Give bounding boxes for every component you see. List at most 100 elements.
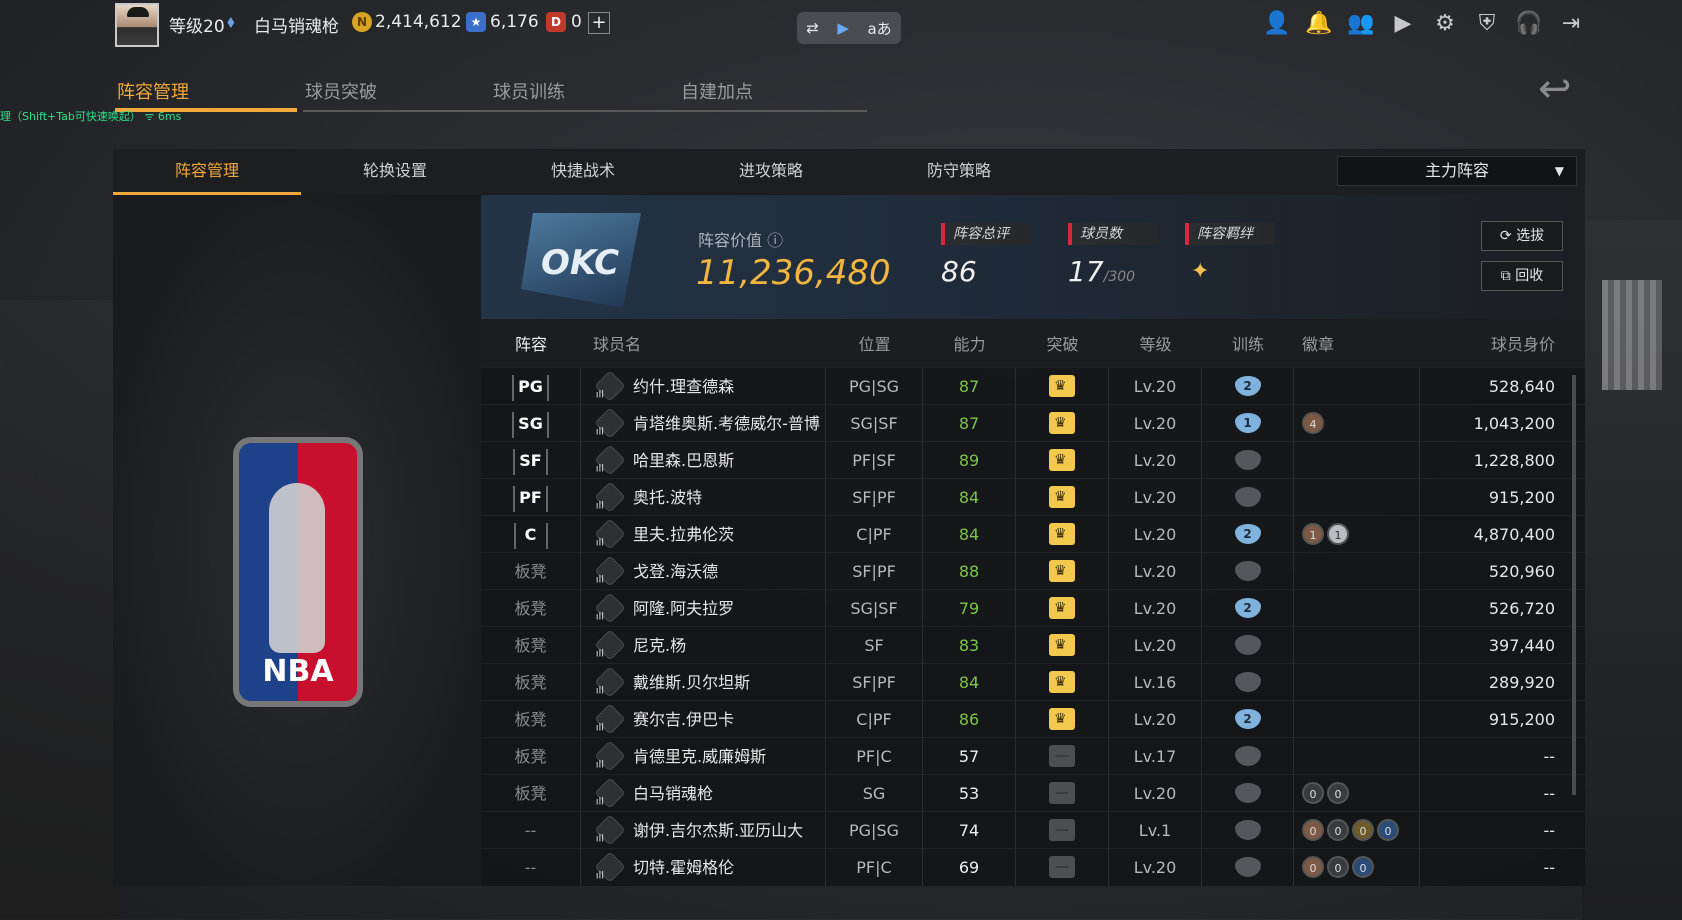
lineup-slot-cell[interactable]: -- xyxy=(481,811,581,849)
bell-icon[interactable]: 🔔 xyxy=(1305,10,1333,38)
back-arrow-icon[interactable]: ↩ xyxy=(1538,66,1572,112)
lineup-slot-cell[interactable]: SF xyxy=(481,441,581,479)
training-cell[interactable] xyxy=(1202,848,1294,886)
badges-cell[interactable] xyxy=(1294,441,1420,479)
player-name-cell[interactable]: ıll 奥托.波特 xyxy=(581,478,826,516)
select-button[interactable]: ⟳ 选拔 xyxy=(1481,221,1563,251)
subtab-defense-strategy[interactable]: 防守策略 xyxy=(865,149,1053,195)
breakthrough-cell[interactable] xyxy=(1016,367,1109,405)
player-name-cell[interactable]: ıll 阿隆.阿夫拉罗 xyxy=(581,589,826,627)
tab-custom-points[interactable]: 自建加点 xyxy=(679,70,867,112)
breakthrough-cell[interactable] xyxy=(1016,515,1109,553)
lineup-slot-cell[interactable]: 板凳 xyxy=(481,552,581,590)
training-cell[interactable] xyxy=(1202,663,1294,701)
tab-player-training[interactable]: 球员训练 xyxy=(491,70,679,112)
play-icon[interactable]: ▶ xyxy=(1389,10,1417,38)
shield-icon[interactable]: ⛨ xyxy=(1473,10,1501,38)
col-training[interactable]: 训练 xyxy=(1202,331,1294,355)
lineup-slot-cell[interactable]: -- xyxy=(481,848,581,886)
col-player-value[interactable]: 球员身价 xyxy=(1420,331,1585,355)
breakthrough-cell[interactable] xyxy=(1016,663,1109,701)
lineup-slot-cell[interactable]: PF xyxy=(481,478,581,516)
breakthrough-cell[interactable] xyxy=(1016,552,1109,590)
table-row[interactable]: --ıll切特.霍姆格伦PF|C69Lv.20000-- xyxy=(481,848,1585,886)
player-name-cell[interactable]: ıll 肯塔维奥斯.考德威尔-普博 xyxy=(581,404,826,442)
training-cell[interactable] xyxy=(1202,774,1294,812)
badges-cell[interactable] xyxy=(1294,589,1420,627)
player-name-cell[interactable]: ıll 肯德里克.威廉姆斯 xyxy=(581,737,826,775)
badges-cell[interactable]: 000 xyxy=(1294,848,1420,886)
headset-icon[interactable]: 🎧 xyxy=(1515,10,1543,38)
table-row[interactable]: --ıll谢伊.吉尔杰斯.亚历山大PG|SG74Lv.10000-- xyxy=(481,811,1585,849)
breakthrough-cell[interactable] xyxy=(1016,478,1109,516)
badges-cell[interactable]: 11 xyxy=(1294,515,1420,553)
col-level[interactable]: 等级 xyxy=(1109,331,1202,355)
lineup-slot-cell[interactable]: 板凳 xyxy=(481,737,581,775)
subtab-offense-strategy[interactable]: 进攻策略 xyxy=(677,149,865,195)
add-currency-button[interactable]: + xyxy=(588,12,610,34)
breakthrough-cell[interactable] xyxy=(1016,811,1109,849)
subtab-quick-tactics[interactable]: 快捷战术 xyxy=(489,149,677,195)
training-cell[interactable] xyxy=(1202,441,1294,479)
training-cell[interactable] xyxy=(1202,552,1294,590)
breakthrough-cell[interactable] xyxy=(1016,441,1109,479)
table-row[interactable]: 板凳 ıll赛尔吉.伊巴卡 C|PF 86 Lv.20 2 915,200 xyxy=(481,700,1585,738)
breakthrough-cell[interactable] xyxy=(1016,404,1109,442)
badges-cell[interactable] xyxy=(1294,663,1420,701)
table-row[interactable]: SG ıll肯塔维奥斯.考德威尔-普博 SG|SF 87 Lv.20 1 4 1,043,20… xyxy=(481,404,1585,442)
badges-cell[interactable] xyxy=(1294,737,1420,775)
player-name-cell[interactable]: ıll 里夫.拉弗伦茨 xyxy=(581,515,826,553)
table-row[interactable]: 板凳 ıll戈登.海沃德 SF|PF 88 Lv.20 520,960 xyxy=(481,552,1585,590)
lineup-slot-cell[interactable]: 板凳 xyxy=(481,626,581,664)
player-name-cell[interactable]: ıll 哈里森.巴恩斯 xyxy=(581,441,826,479)
col-lineup[interactable]: 阵容 xyxy=(481,331,581,355)
table-row[interactable]: 板凳 ıll白马销魂枪 SG 53 Lv.20 00 -- xyxy=(481,774,1585,812)
training-cell[interactable] xyxy=(1202,811,1294,849)
col-position[interactable]: 位置 xyxy=(826,331,923,355)
col-ability[interactable]: 能力 xyxy=(923,331,1016,355)
lineup-slot-cell[interactable]: 板凳 xyxy=(481,774,581,812)
table-row[interactable]: 板凳 ıll戴维斯.贝尔坦斯 SF|PF 84 Lv.16 289,920 xyxy=(481,663,1585,701)
exit-icon[interactable]: ⇥ xyxy=(1557,10,1585,38)
badges-cell[interactable] xyxy=(1294,478,1420,516)
player-name-cell[interactable]: ıll 白马销魂枪 xyxy=(581,774,826,812)
lineup-slot-cell[interactable]: PG xyxy=(481,367,581,405)
player-name-cell[interactable]: ıll 切特.霍姆格伦 xyxy=(581,848,826,886)
table-row[interactable]: PG ıll 约什.理查德森 PG|SG 87 Lv.20 2 528,640 xyxy=(481,367,1585,405)
table-row[interactable]: Cıll里夫.拉弗伦茨 C|PF 84 Lv.20 2 11 4,870,400 xyxy=(481,515,1585,553)
tab-player-breakthrough[interactable]: 球员突破 xyxy=(303,70,491,112)
profile-icon[interactable]: 👤 xyxy=(1263,10,1291,38)
breakthrough-cell[interactable] xyxy=(1016,700,1109,738)
table-row[interactable]: PF ıll奥托.波特 SF|PF 84 Lv.20 915,200 xyxy=(481,478,1585,516)
player-name-cell[interactable]: ıll 赛尔吉.伊巴卡 xyxy=(581,700,826,738)
recycle-button[interactable]: ⧉ 回收 xyxy=(1481,261,1563,291)
lineup-slot-cell[interactable]: 板凳 xyxy=(481,589,581,627)
col-name[interactable]: 球员名 xyxy=(581,331,826,355)
training-cell[interactable]: 2 xyxy=(1202,515,1294,553)
training-cell[interactable] xyxy=(1202,737,1294,775)
lineup-slot-cell[interactable]: 板凳 xyxy=(481,700,581,738)
bond-icon[interactable]: ✦ xyxy=(1191,259,1275,284)
badges-cell[interactable]: 0000 xyxy=(1294,811,1420,849)
breakthrough-cell[interactable] xyxy=(1016,774,1109,812)
friends-icon[interactable]: 👥 xyxy=(1347,10,1375,38)
player-name-cell[interactable]: ıll 戴维斯.贝尔坦斯 xyxy=(581,663,826,701)
training-cell[interactable] xyxy=(1202,626,1294,664)
badges-cell[interactable] xyxy=(1294,626,1420,664)
col-badges[interactable]: 徽章 xyxy=(1294,331,1420,355)
avatar[interactable] xyxy=(115,3,159,47)
breakthrough-cell[interactable] xyxy=(1016,626,1109,664)
switch-icon[interactable]: ⇄ xyxy=(806,19,819,37)
subtab-lineup-management[interactable]: 阵容管理 xyxy=(113,149,301,195)
training-cell[interactable]: 2 xyxy=(1202,367,1294,405)
breakthrough-cell[interactable] xyxy=(1016,848,1109,886)
lineup-slot-cell[interactable]: SG xyxy=(481,404,581,442)
player-name-cell[interactable]: ıll 尼克.杨 xyxy=(581,626,826,664)
table-row[interactable]: 板凳 ıll肯德里克.威廉姆斯 PF|C 57 Lv.17 -- xyxy=(481,737,1585,775)
player-name-cell[interactable]: ıll 约什.理查德森 xyxy=(581,367,826,405)
badges-cell[interactable] xyxy=(1294,552,1420,590)
lineup-slot-cell[interactable]: 板凳 xyxy=(481,663,581,701)
table-row[interactable]: SF ıll哈里森.巴恩斯 PF|SF 89 Lv.20 1,228,800 xyxy=(481,441,1585,479)
video-icon[interactable]: ▶ xyxy=(837,19,849,37)
tab-lineup-management[interactable]: 阵容管理 xyxy=(115,70,297,112)
